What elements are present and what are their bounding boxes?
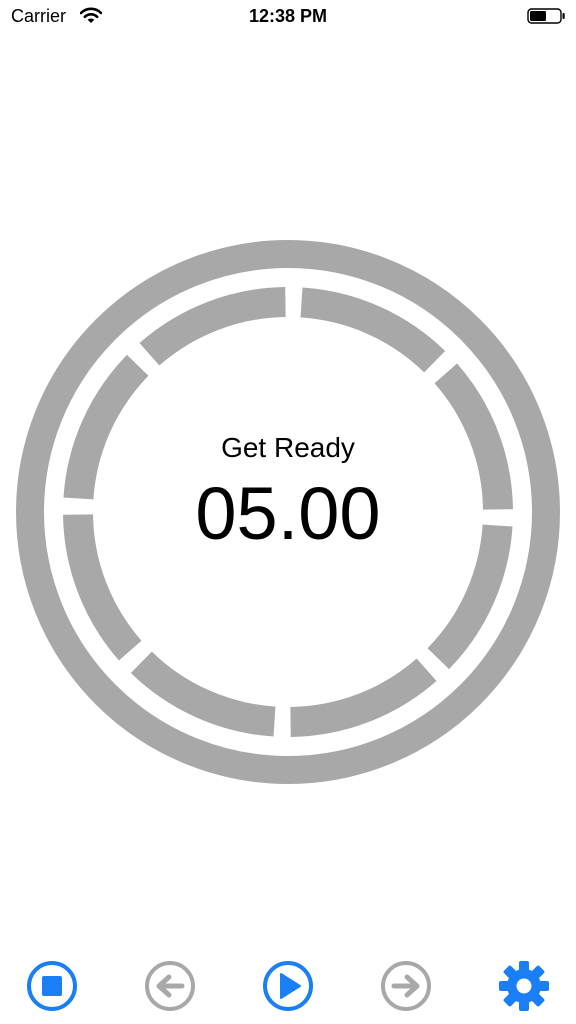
settings-icon [499, 961, 549, 1011]
stop-icon [27, 961, 77, 1011]
play-icon [263, 961, 313, 1011]
countdown-display: 05.00 [195, 472, 381, 555]
interval-segment [290, 658, 437, 737]
toolbar [0, 956, 576, 1016]
next-button[interactable] [378, 958, 434, 1014]
previous-icon [145, 961, 195, 1011]
interval-segment [300, 287, 446, 373]
interval-segment [130, 651, 276, 737]
settings-button[interactable] [496, 958, 552, 1014]
stop-button[interactable] [24, 958, 80, 1014]
play-button[interactable] [260, 958, 316, 1014]
phase-label: Get Ready [221, 432, 355, 463]
previous-button[interactable] [142, 958, 198, 1014]
interval-segment [139, 287, 286, 366]
next-icon [381, 961, 431, 1011]
